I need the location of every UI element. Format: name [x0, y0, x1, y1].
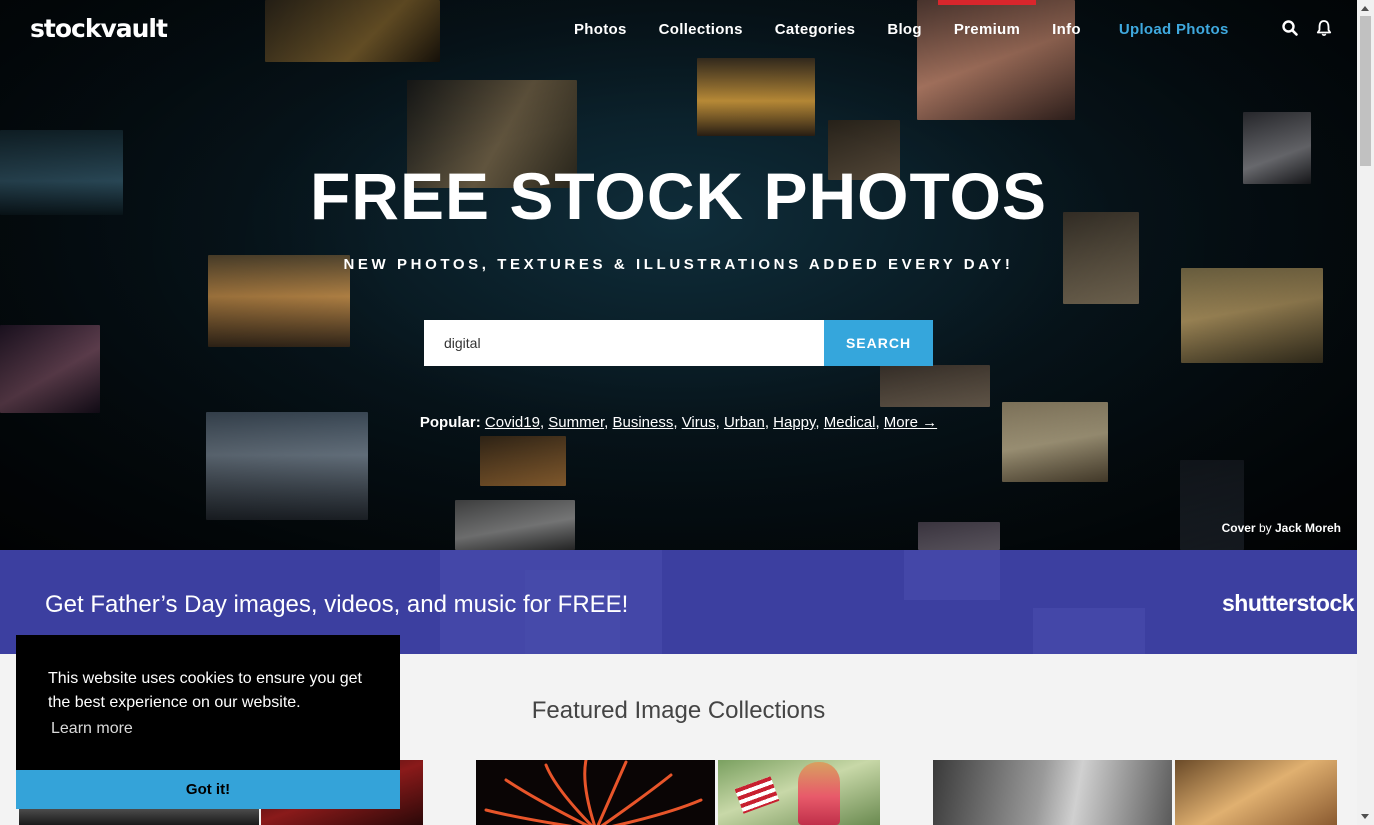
- nav-photos[interactable]: Photos: [558, 0, 643, 60]
- search-bar: SEARCH: [424, 320, 933, 366]
- shutterstock-logo: shutterstock: [1222, 590, 1355, 616]
- cookie-learn-more-link[interactable]: Learn more: [51, 720, 133, 738]
- nav-categories[interactable]: Categories: [759, 0, 872, 60]
- page: stockvault Photos Collections Categories…: [0, 0, 1374, 825]
- hero-section: stockvault Photos Collections Categories…: [0, 0, 1357, 550]
- popular-tag-summer[interactable]: Summer: [548, 414, 604, 431]
- hero-subtitle: NEW PHOTOS, TEXTURES & ILLUSTRATIONS ADD…: [343, 256, 1014, 273]
- cookie-accept-button[interactable]: Got it!: [16, 770, 400, 809]
- search-button[interactable]: SEARCH: [824, 320, 933, 366]
- banner-text: Get Father’s Day images, videos, and mus…: [45, 591, 629, 618]
- popular-tag-business[interactable]: Business: [612, 414, 673, 431]
- popular-label: Popular:: [419, 414, 481, 431]
- collection-thumbnail[interactable]: [933, 760, 1172, 825]
- scroll-up-arrow[interactable]: [1361, 6, 1369, 11]
- popular-tag-happy[interactable]: Happy: [773, 414, 815, 431]
- banner-photo: [904, 550, 1000, 600]
- scroll-down-arrow[interactable]: [1361, 814, 1369, 819]
- nav-collections[interactable]: Collections: [643, 0, 759, 60]
- nav-upload-photos[interactable]: Upload Photos: [1103, 0, 1245, 60]
- main-nav: Photos Collections Categories Blog Premi…: [558, 0, 1245, 60]
- credit-by: by: [1258, 521, 1272, 535]
- nav-blog[interactable]: Blog: [871, 0, 938, 60]
- top-navigation: stockvault Photos Collections Categories…: [0, 0, 1357, 60]
- popular-tag-medical[interactable]: Medical: [824, 414, 876, 431]
- cookie-message: This website uses cookies to ensure you …: [48, 670, 362, 711]
- popular-tag-virus[interactable]: Virus: [682, 414, 716, 431]
- page-scrollbar[interactable]: [1357, 0, 1374, 825]
- collection-thumbnail[interactable]: [718, 760, 880, 825]
- credit-author[interactable]: Jack Moreh: [1275, 521, 1341, 535]
- popular-tag-covid19[interactable]: Covid19: [485, 414, 540, 431]
- nav-icons: [1281, 19, 1333, 37]
- nav-premium[interactable]: Premium: [937, 0, 1037, 60]
- stockvault-logo[interactable]: stockvault: [30, 14, 168, 43]
- bell-icon[interactable]: [1315, 19, 1333, 37]
- scrollbar-thumb[interactable]: [1360, 16, 1371, 166]
- cookie-consent-popup: This website uses cookies to ensure you …: [16, 635, 400, 809]
- collection-thumbnail[interactable]: [476, 760, 715, 825]
- popular-tags: Popular: Covid19, Summer, Business, Viru…: [419, 414, 938, 431]
- banner-photo: [1033, 608, 1145, 654]
- hero-vignette: [0, 0, 1357, 550]
- cover-credit: Cover by Jack Moreh: [1222, 521, 1341, 535]
- fireworks-image: [484, 760, 703, 825]
- flag-image: [734, 776, 780, 814]
- credit-prefix: Cover: [1221, 521, 1256, 535]
- search-icon[interactable]: [1281, 19, 1299, 37]
- popular-more-link[interactable]: More →: [884, 414, 937, 431]
- collection-thumbnail[interactable]: [1175, 760, 1337, 825]
- popular-tag-urban[interactable]: Urban: [724, 414, 765, 431]
- child-image: [798, 762, 840, 825]
- hero-title: FREE STOCK PHOTOS: [309, 159, 1047, 233]
- search-input[interactable]: [424, 320, 824, 366]
- nav-info[interactable]: Info: [1036, 0, 1097, 60]
